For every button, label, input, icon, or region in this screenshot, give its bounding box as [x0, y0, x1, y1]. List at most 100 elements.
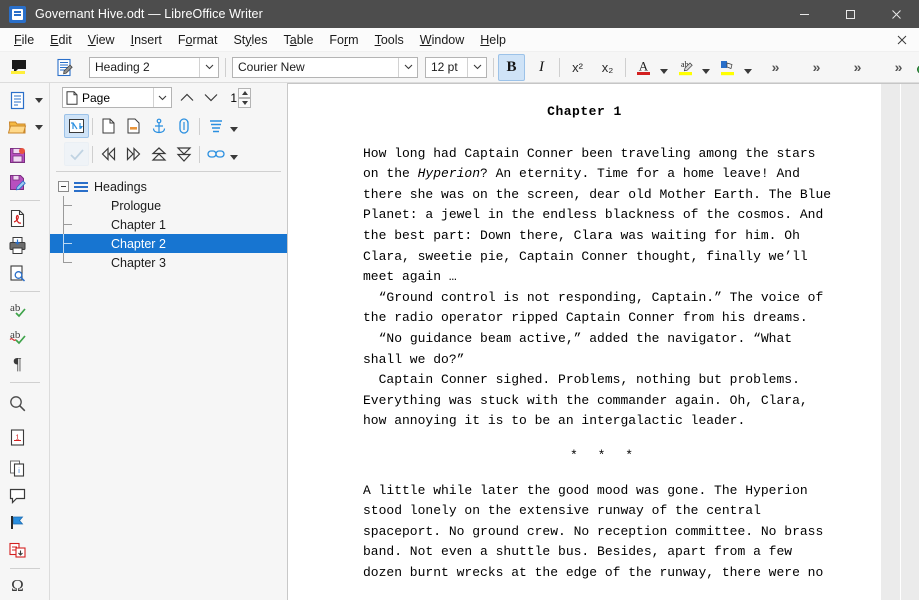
navigator-separator-2b — [199, 145, 200, 163]
cross-reference-icon[interactable] — [3, 537, 33, 563]
spelling-icon[interactable]: ab — [3, 296, 33, 322]
toggle-master-view-icon[interactable] — [64, 114, 89, 138]
endnote-icon[interactable]: i — [3, 455, 33, 481]
menu-view[interactable]: View — [80, 30, 123, 50]
footnote-icon[interactable]: 1 — [3, 424, 33, 450]
demote-chapter-icon[interactable] — [121, 142, 146, 166]
tree-row-chapter-3[interactable]: Chapter 3 — [50, 253, 287, 272]
new-document-icon[interactable] — [3, 88, 33, 114]
maximize-button[interactable] — [827, 0, 873, 28]
tree-row-headings[interactable]: Headings — [50, 177, 287, 196]
track-changes-icon[interactable] — [51, 54, 78, 81]
menu-help[interactable]: Help — [472, 30, 514, 50]
tree-row-chapter-1[interactable]: Chapter 1 — [50, 215, 287, 234]
menu-window[interactable]: Window — [412, 30, 472, 50]
heading-levels-chevron-down-icon[interactable] — [228, 114, 240, 138]
next-element-icon[interactable] — [199, 86, 223, 110]
scene-separator: * * * — [569, 447, 639, 463]
superscript-button[interactable]: x² — [564, 54, 591, 81]
menu-table[interactable]: Table — [276, 30, 322, 50]
toolbar-overflow-3-icon[interactable]: » — [844, 54, 871, 81]
open-document-chevron-down-icon[interactable] — [33, 115, 45, 141]
page-content: Chapter 1 How long had Captain Conner be… — [288, 84, 881, 583]
toolbar-overflow-4-icon[interactable]: » — [885, 54, 912, 81]
page-number-decrement-icon[interactable] — [238, 97, 251, 108]
rail-row-pdf — [0, 205, 49, 232]
rail-row-print-preview — [0, 260, 49, 287]
previous-element-icon[interactable] — [175, 86, 199, 110]
link-chevron-down-icon[interactable] — [228, 142, 240, 166]
document-area[interactable]: Chapter 1 How long had Captain Conner be… — [288, 83, 919, 600]
highlight-fill-button[interactable] — [714, 54, 741, 81]
menu-edit[interactable]: Edit — [42, 30, 80, 50]
menu-format[interactable]: Format — [170, 30, 226, 50]
document-body[interactable]: How long had Captain Conner been traveli… — [288, 144, 881, 584]
menu-insert[interactable]: Insert — [123, 30, 170, 50]
formatting-marks-icon[interactable]: ¶ — [3, 351, 33, 377]
character-highlighting-chevron-down-icon[interactable] — [699, 54, 712, 81]
bold-button[interactable]: B — [498, 53, 525, 81]
paragraph-style-chevron-down-icon[interactable] — [199, 57, 218, 77]
comment-balloon-icon[interactable] — [6, 54, 33, 81]
navigator-content-tree[interactable]: Headings Prologue Chapter 1 Chapter 2 Ch… — [50, 172, 287, 600]
print-preview-icon[interactable] — [3, 260, 33, 286]
navigation-page-icon[interactable] — [96, 114, 121, 138]
font-name-combo[interactable]: Courier New — [232, 56, 418, 78]
font-color-chevron-down-icon[interactable] — [657, 54, 670, 81]
promote-level-icon[interactable] — [146, 142, 171, 166]
new-document-chevron-down-icon[interactable] — [33, 88, 45, 114]
link-icon[interactable] — [203, 142, 228, 166]
font-size-combo[interactable]: 12 pt — [425, 56, 487, 78]
open-document-icon[interactable] — [3, 115, 33, 141]
collapse-headings-icon[interactable] — [58, 181, 69, 192]
content-toggle-icon[interactable] — [64, 142, 89, 166]
save-icon[interactable] — [3, 142, 33, 168]
navigate-by-chevron-down-icon[interactable] — [153, 88, 171, 107]
auto-spellcheck-icon[interactable]: ab — [3, 324, 33, 350]
menu-file[interactable]: File — [6, 30, 42, 50]
set-reminder-icon[interactable] — [121, 114, 146, 138]
document-paragraph: How long had Captain Conner been traveli… — [363, 145, 832, 285]
subscript-button[interactable]: x₂ — [594, 54, 621, 81]
menu-styles[interactable]: Styles — [225, 30, 275, 50]
toolbar-separator-4 — [625, 57, 626, 77]
font-name-value: Courier New — [238, 60, 305, 74]
page-number-increment-icon[interactable] — [238, 87, 251, 98]
rail-row-bookmark — [0, 509, 49, 536]
anchor-icon[interactable] — [146, 114, 171, 138]
close-button[interactable] — [873, 0, 919, 28]
find-and-replace-icon[interactable] — [912, 54, 919, 81]
toolbar-overflow-1-icon[interactable]: » — [762, 54, 789, 81]
font-color-button[interactable]: A — [630, 54, 657, 81]
heading-levels-icon[interactable] — [203, 114, 228, 138]
font-name-chevron-down-icon[interactable] — [398, 57, 417, 77]
bookmark-icon[interactable] — [3, 510, 33, 536]
comment-icon[interactable] — [3, 483, 33, 509]
special-character-icon[interactable]: Ω — [3, 573, 33, 599]
document-page[interactable]: Chapter 1 How long had Captain Conner be… — [288, 83, 881, 600]
navigator-separator-2a — [92, 145, 93, 163]
find-icon[interactable] — [3, 390, 33, 416]
italic-button[interactable]: I — [528, 54, 555, 81]
tree-row-chapter-2[interactable]: Chapter 2 — [50, 234, 287, 253]
paragraph-style-combo[interactable]: Heading 2 — [89, 56, 219, 78]
font-size-chevron-down-icon[interactable] — [467, 57, 486, 77]
print-icon[interactable] — [3, 233, 33, 259]
demote-level-icon[interactable] — [171, 142, 196, 166]
highlight-fill-chevron-down-icon[interactable] — [741, 54, 754, 81]
page-number-spinner[interactable]: 1 — [225, 87, 253, 108]
navigate-by-combo[interactable]: Page — [62, 87, 172, 108]
minimize-button[interactable] — [781, 0, 827, 28]
document-close-icon[interactable] — [889, 29, 915, 51]
menu-form[interactable]: Form — [321, 30, 366, 50]
character-highlighting-button[interactable]: ab — [672, 54, 699, 81]
save-as-icon[interactable] — [3, 169, 33, 195]
promote-chapter-icon[interactable] — [96, 142, 121, 166]
toolbar-overflow-2-icon[interactable]: » — [803, 54, 830, 81]
attach-icon[interactable] — [171, 114, 196, 138]
document-right-gutter — [881, 83, 919, 600]
menu-tools[interactable]: Tools — [367, 30, 412, 50]
page-number-stepper[interactable] — [238, 87, 251, 108]
export-pdf-icon[interactable] — [3, 206, 33, 232]
tree-row-prologue[interactable]: Prologue — [50, 196, 287, 215]
